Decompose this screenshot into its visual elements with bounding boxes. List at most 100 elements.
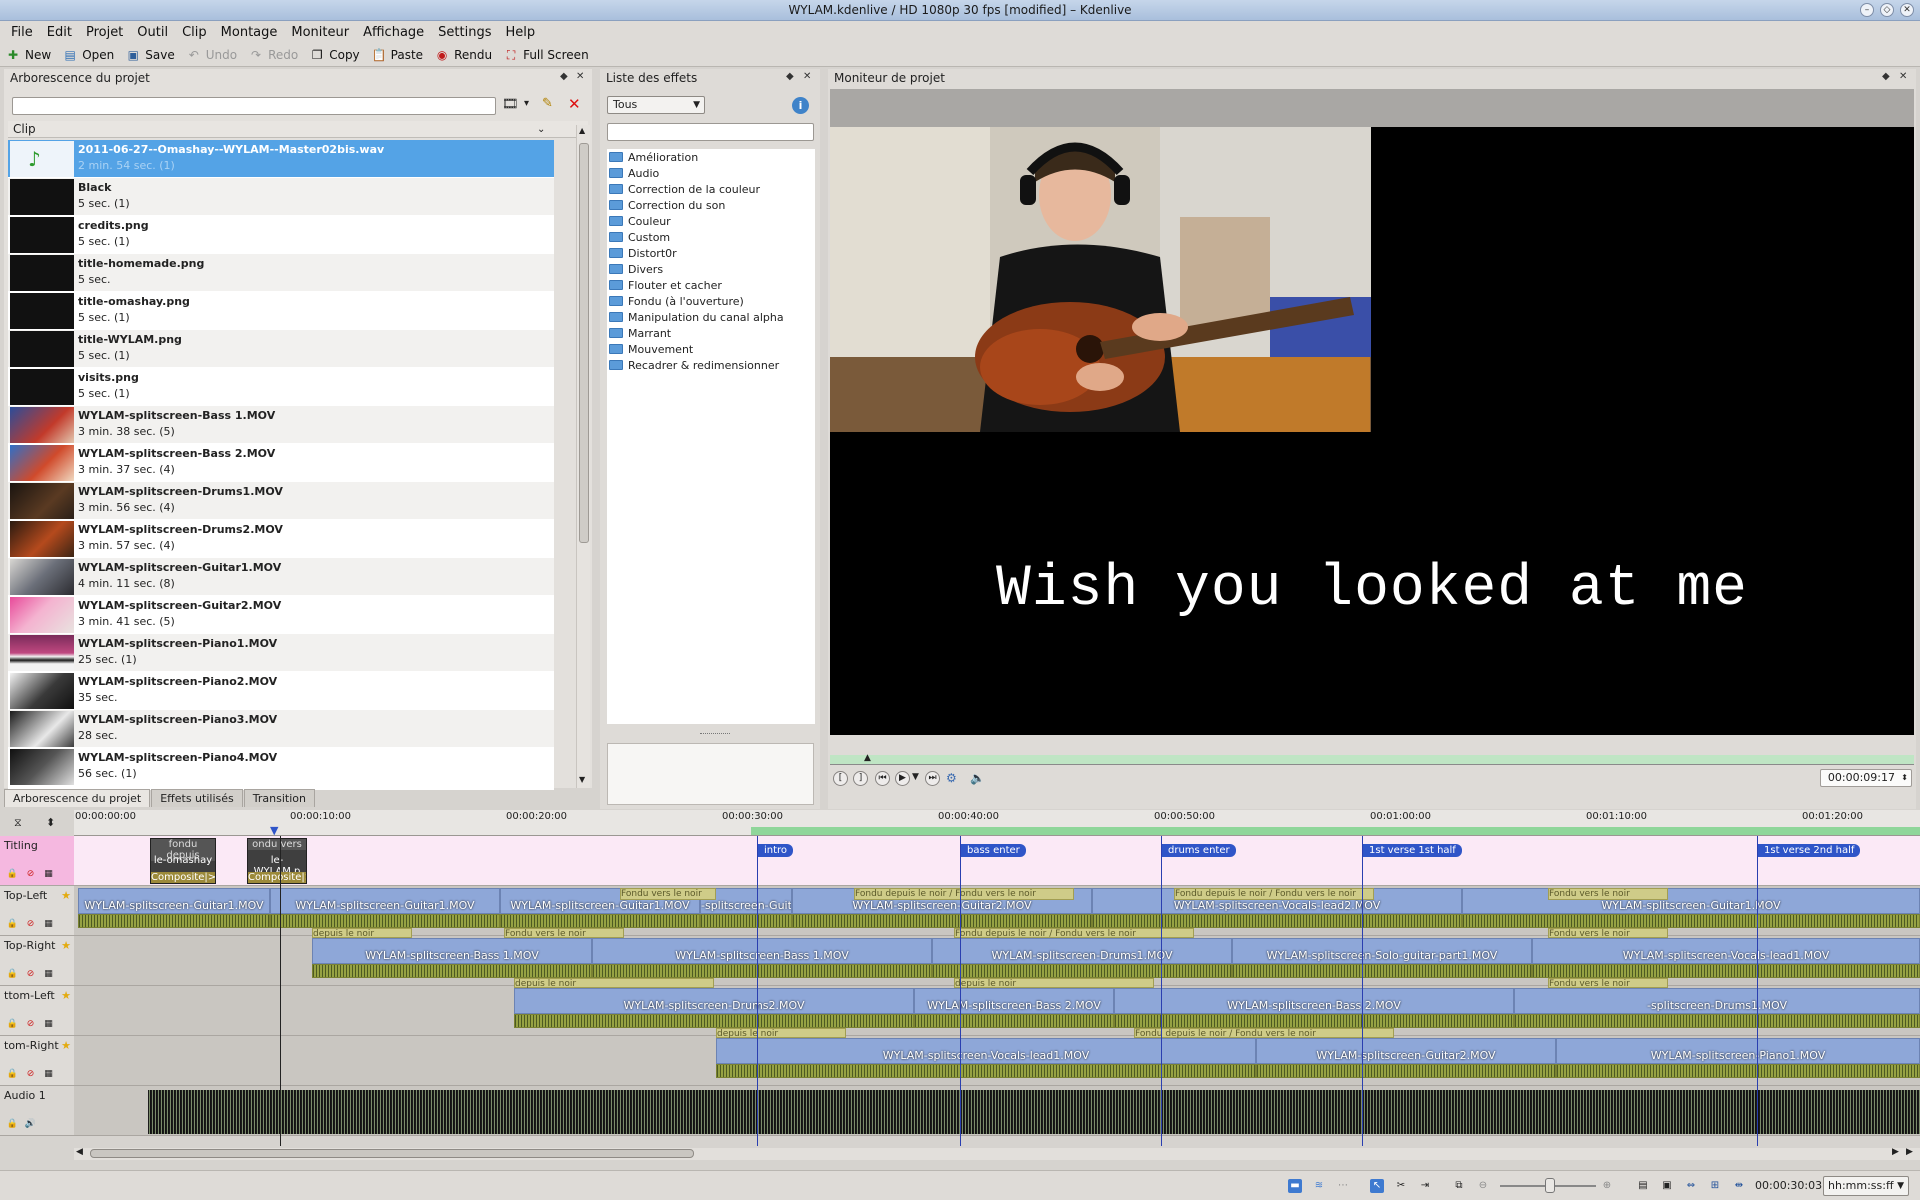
redo-button[interactable]: ↷ Redo [249,48,298,62]
video-clip[interactable]: WYLAM-splitscreen-Vocals-lead1.MOV [716,1038,1256,1064]
paste-button[interactable]: 📋 Paste [372,48,423,62]
fade-transition[interactable]: Fondu vers le noir [620,888,716,900]
fade-transition[interactable]: Fondu vers le noir [1548,928,1668,939]
splitter-handle[interactable] [700,733,730,737]
effect-category[interactable]: Marrant [607,325,815,341]
clip-item[interactable]: title-WYLAM.png 5 sec. (1) [8,330,554,368]
float-panel-icon[interactable]: ◆ [786,71,794,82]
track-header-topleft[interactable]: Top-Left ★ 🔒 ⊘ ▦ [0,886,74,936]
fade-transition[interactable]: depuis le noir [312,928,412,939]
track-header-bottomright[interactable]: tom-Right ★ 🔒 ⊘ ▦ [0,1036,74,1086]
scroll-up-icon[interactable]: ▲ [579,126,585,135]
guide-marker[interactable]: drums enter [1162,844,1236,857]
clip-item[interactable]: WYLAM-splitscreen-Piano2.MOV 35 sec. [8,672,554,710]
timeline-ruler[interactable]: 00:00:00:00 00:00:10:00 00:00:20:00 00:0… [74,810,1920,837]
set-zone-start-icon[interactable]: [ [833,771,848,786]
playhead-line[interactable] [280,836,281,1146]
effect-category[interactable]: Amélioration [607,149,815,165]
close-panel-icon[interactable]: ✕ [803,71,811,82]
lock-icon[interactable]: 🔒 [6,1018,19,1031]
effects-search-input[interactable] [607,123,814,141]
scroll-down-icon[interactable]: ▼ [579,775,585,784]
clip-item[interactable]: WYLAM-splitscreen-Drums2.MOV 3 min. 57 se… [8,520,554,558]
video-thumbnails-icon[interactable]: ▬ [1288,1179,1302,1193]
hide-video-icon[interactable]: ⊘ [24,968,37,981]
menu-affichage[interactable]: Affichage [356,25,431,40]
window-titlebar[interactable]: WYLAM.kdenlive / HD 1080p 30 fps [modifi… [0,0,1920,21]
edit-clip-icon[interactable]: ✎ [542,96,553,111]
effect-category[interactable]: Custom [607,229,815,245]
overwrite-icon[interactable]: ⇹ [1732,1179,1746,1193]
fade-transition[interactable]: Fondu depuis le noir / Fondu vers le noi… [954,928,1194,939]
star-icon[interactable]: ★ [61,989,71,1002]
spacer-tool-icon[interactable]: ⇥ [1418,1179,1432,1193]
tab-effects-used[interactable]: Effets utilisés [151,789,243,807]
play-icon[interactable]: ▶ [895,771,910,786]
menu-file[interactable]: File [4,25,40,40]
copy-button[interactable]: ❐ Copy [310,48,360,62]
film-icon[interactable]: ▦ [42,1018,55,1031]
timeline-tracks[interactable]: fondu depuis le-omashay Composite|> ondu… [74,836,1920,1146]
film-icon[interactable]: ▦ [42,1068,55,1081]
snap-icon[interactable]: ▣ [1660,1179,1674,1193]
track-bottomright[interactable]: WYLAM-splitscreen-Vocals-lead1.MOV WYLAM… [74,1028,1920,1086]
lock-icon[interactable]: 🔒 [6,868,19,881]
video-clip[interactable]: WYLAM-splitscreen-Guitar1.MOV [1462,888,1920,914]
close-panel-icon[interactable]: ✕ [1899,71,1907,82]
video-clip[interactable]: WYLAM-splitscreen-Guitar2.MOV [1256,1038,1556,1064]
composite-transition[interactable]: Composite|> [151,872,215,883]
lock-icon[interactable]: 🔒 [6,1118,19,1131]
close-panel-icon[interactable]: ✕ [576,71,584,82]
timecode-format-select[interactable]: hh:mm:ss:ff ▼ [1823,1176,1909,1196]
video-clip[interactable]: WYLAM-splitscreen-Bass 1.MOV [312,938,592,964]
video-clip[interactable]: -splitscreen-Drums1.MOV [1514,988,1920,1014]
menu-help[interactable]: Help [499,25,543,40]
project-scrollbar[interactable]: ▲ ▼ [576,125,590,788]
track-audio1[interactable] [74,1086,1920,1136]
float-panel-icon[interactable]: ◆ [1882,71,1890,82]
column-sort-icon[interactable]: ⌄ [537,121,545,138]
video-clip[interactable]: WYLAM-splitscreen-Bass 1.MOV [592,938,932,964]
zoom-slider-handle[interactable] [1545,1178,1555,1193]
menu-outil[interactable]: Outil [130,25,175,40]
effect-category[interactable]: Correction du son [607,197,815,213]
clip-item[interactable]: WYLAM-splitscreen-Bass 1.MOV 3 min. 38 se… [8,406,554,444]
effect-category[interactable]: Audio [607,165,815,181]
clip-item[interactable]: ♪ 2011-06-27--Omashay--WYLAM--Master02bis… [8,140,554,178]
clip-item[interactable]: WYLAM-splitscreen-Guitar2.MOV 3 min. 41 s… [8,596,554,634]
effect-category[interactable]: Distort0r [607,245,815,261]
speaker-icon[interactable]: 🔊 [24,1118,37,1131]
fit-icon[interactable]: ⇔ [1684,1179,1698,1193]
menu-moniteur[interactable]: Moniteur [284,25,356,40]
clip-item[interactable]: WYLAM-splitscreen-Piano4.MOV 56 sec. (1) [8,748,554,786]
video-clip[interactable]: WYLAM-splitscreen-Piano1.MOV [1556,1038,1920,1064]
menu-montage[interactable]: Montage [214,25,285,40]
tab-project-tree[interactable]: Arborescence du projet [4,789,151,807]
video-clip[interactable]: WYLAM-splitscreen-Solo-guitar-part1.MOV [1232,938,1532,964]
video-clip[interactable]: WYLAM-splitscreen-Drums2.MOV [514,988,914,1014]
guide-marker[interactable]: intro [758,844,794,857]
video-clip[interactable]: WYLAM-splitscreen-Guitar1.MOV [78,888,270,914]
monitor-screen[interactable]: Wish you looked at me [830,89,1914,735]
lock-icon[interactable]: 🔒 [6,968,19,981]
undo-button[interactable]: ↶ Undo [187,48,237,62]
selection-tool-icon[interactable]: ↖ [1370,1179,1384,1193]
video-clip[interactable]: WYLAM-splitscreen-Vocals-lead1.MOV [1532,938,1920,964]
render-zone[interactable] [751,827,1920,835]
zoom-in-icon[interactable]: ⊕ [1600,1179,1614,1193]
track-header-audio1[interactable]: Audio 1 🔒 🔊 [0,1086,74,1136]
effect-category[interactable]: Divers [607,261,815,277]
fade-transition[interactable]: depuis le noir [514,978,714,989]
fade-transition[interactable]: depuis le noir [954,978,1154,989]
fit-zoom-icon[interactable]: ⧖ [14,816,22,830]
info-icon[interactable]: i [792,97,809,114]
new-button[interactable]: ✚ New [6,48,51,62]
clip-list[interactable]: ♪ 2011-06-27--Omashay--WYLAM--Master02bis… [8,140,554,790]
guide-marker[interactable]: 1st verse 1st half [1363,844,1462,857]
fade-transition[interactable]: Fondu vers le noir [1548,978,1668,989]
guide-marker[interactable]: bass enter [961,844,1026,857]
set-zone-end-icon[interactable]: ] [853,771,868,786]
fade-transition[interactable]: Fondu depuis le noir / Fondu vers le noi… [1174,888,1374,900]
tab-transition[interactable]: Transition [243,789,315,807]
timeline-hscrollbar[interactable]: ◀ ▶ ▶ [74,1147,1920,1160]
